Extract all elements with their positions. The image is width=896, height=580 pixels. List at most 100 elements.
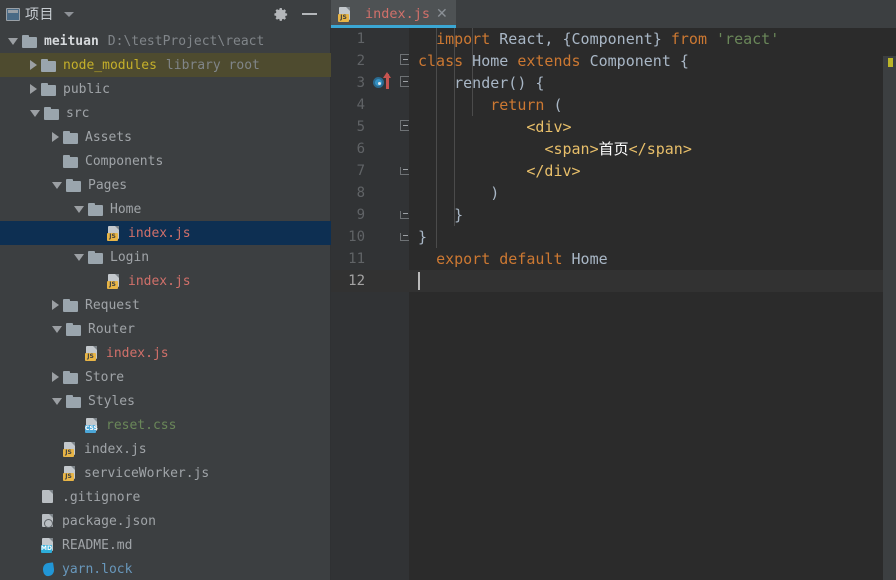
tree-row[interactable]: src xyxy=(0,101,331,125)
tree-row-label: serviceWorker.js xyxy=(84,465,210,481)
gutter-line[interactable]: 10 xyxy=(331,226,411,248)
editor-right-marker-gutter[interactable] xyxy=(883,56,896,580)
code-line[interactable] xyxy=(409,270,896,292)
gutter-line[interactable]: 6 xyxy=(331,138,409,160)
tree-row[interactable]: Request xyxy=(0,293,331,317)
js-file-icon: JS xyxy=(63,441,78,457)
code-token: ) xyxy=(418,184,500,202)
tree-row[interactable]: Store xyxy=(0,365,331,389)
gutter-marks[interactable] xyxy=(367,72,411,94)
gear-icon[interactable] xyxy=(274,7,289,22)
tree-row[interactable]: Styles xyxy=(0,389,331,413)
project-tree[interactable]: meituan D:\testProject\react node_modules l… xyxy=(0,28,331,580)
code-line[interactable]: <span>首页</span> xyxy=(418,138,896,160)
tree-row[interactable]: package.json xyxy=(0,509,331,533)
chevron-down-icon[interactable] xyxy=(64,11,74,17)
tree-row-label: Request xyxy=(85,297,140,313)
gutter-line[interactable]: 4 xyxy=(331,94,409,116)
tree-row[interactable]: JS serviceWorker.js xyxy=(0,461,331,485)
gutter-line[interactable]: 1 xyxy=(331,28,409,50)
gutter-marks[interactable] xyxy=(367,182,409,204)
code-line[interactable]: <div> xyxy=(418,116,896,138)
chevron-down-icon[interactable] xyxy=(30,109,40,117)
tree-row-label: node_modules xyxy=(63,57,157,73)
gutter-line[interactable]: 11 xyxy=(331,248,409,270)
gutter-line[interactable]: 8 xyxy=(331,182,409,204)
gutter-marks[interactable] xyxy=(367,270,409,292)
chevron-down-icon[interactable] xyxy=(52,181,62,189)
chevron-right-icon[interactable] xyxy=(52,132,59,142)
tree-row[interactable]: CSS reset.css xyxy=(0,413,331,437)
editor-tabbar: JS index.js ✕ xyxy=(331,0,896,28)
tree-row[interactable]: Home xyxy=(0,197,331,221)
gutter-line[interactable]: 12 xyxy=(331,270,409,292)
gutter-line[interactable]: 5 xyxy=(331,116,411,138)
tree-row[interactable]: JS index.js xyxy=(0,269,331,293)
code-token: React, {Component} xyxy=(490,30,671,48)
editor-gutter[interactable]: 1 2 3 4 5 6 7 8 9 10 11 12 xyxy=(331,28,411,580)
chevron-down-icon[interactable] xyxy=(74,205,84,213)
gutter-marks[interactable] xyxy=(367,94,409,116)
chevron-down-icon[interactable] xyxy=(74,253,84,261)
chevron-right-icon[interactable] xyxy=(30,84,37,94)
gutter-marks[interactable] xyxy=(367,160,411,182)
code-line[interactable]: </div> xyxy=(418,160,896,182)
gutter-line[interactable]: 9 xyxy=(331,204,411,226)
tree-row[interactable]: Pages xyxy=(0,173,331,197)
code-content[interactable]: import React, {Component} from 'react' cl… xyxy=(409,28,896,580)
folder-icon xyxy=(66,178,82,192)
run-marker-icon[interactable] xyxy=(383,72,391,89)
tree-row-label: Components xyxy=(85,153,164,169)
code-line[interactable]: class Home extends Component { xyxy=(418,50,896,72)
tree-row[interactable]: .gitignore xyxy=(0,485,331,509)
tree-row[interactable]: JS index.js xyxy=(0,437,331,461)
code-line[interactable]: render() { xyxy=(418,72,896,94)
code-line[interactable]: } xyxy=(418,204,896,226)
gutter-marks[interactable] xyxy=(367,226,411,248)
tree-row[interactable]: public xyxy=(0,77,331,101)
chevron-right-icon[interactable] xyxy=(52,372,59,382)
warning-stripe-icon[interactable] xyxy=(888,58,893,67)
code-area[interactable]: 1 2 3 4 5 6 7 8 9 10 11 12 import React, {Component… xyxy=(331,28,896,580)
code-line[interactable]: import React, {Component} from 'react' xyxy=(418,28,896,50)
gutter-marks[interactable] xyxy=(367,116,411,138)
tree-row[interactable]: Login xyxy=(0,245,331,269)
close-icon[interactable]: ✕ xyxy=(436,7,448,21)
tree-row[interactable]: MD README.md xyxy=(0,533,331,557)
tree-row[interactable]: Router xyxy=(0,317,331,341)
folder-icon xyxy=(22,34,38,48)
code-line[interactable]: return ( xyxy=(418,94,896,116)
gutter-line[interactable]: 3 xyxy=(331,72,411,94)
chevron-down-icon[interactable] xyxy=(8,37,18,45)
js-file-icon: JS xyxy=(107,225,122,241)
tree-row-sublabel: library root xyxy=(165,57,260,73)
code-line[interactable]: ) xyxy=(418,182,896,204)
gutter-line[interactable]: 2 xyxy=(331,50,411,72)
gutter-line[interactable]: 7 xyxy=(331,160,411,182)
tree-row[interactable]: Assets xyxy=(0,125,331,149)
gutter-marks[interactable] xyxy=(367,28,409,50)
chevron-right-icon[interactable] xyxy=(52,300,59,310)
code-line[interactable]: export default Home xyxy=(418,248,896,270)
gutter-marks[interactable] xyxy=(367,50,411,72)
tree-row[interactable]: JS index.js xyxy=(0,341,331,365)
code-line[interactable]: } xyxy=(418,226,896,248)
gutter-marks[interactable] xyxy=(367,138,409,160)
tree-row[interactable]: Components xyxy=(0,149,331,173)
tree-row[interactable]: node_modules library root xyxy=(0,53,331,77)
gutter-marks[interactable] xyxy=(367,204,411,226)
indent-guide xyxy=(454,28,455,226)
breakpoint-run-icon[interactable] xyxy=(373,77,384,88)
chevron-right-icon[interactable] xyxy=(30,60,37,70)
chevron-down-icon[interactable] xyxy=(52,397,62,405)
tree-row[interactable]: yarn.lock xyxy=(0,557,331,580)
tree-row[interactable]: meituan D:\testProject\react xyxy=(0,29,331,53)
code-token: import xyxy=(436,30,491,48)
editor-tab-index-js[interactable]: JS index.js ✕ xyxy=(331,0,456,28)
tree-row[interactable]: JS index.js xyxy=(0,221,331,245)
tree-row-label: yarn.lock xyxy=(62,561,133,577)
line-number: 2 xyxy=(356,53,365,69)
gutter-marks[interactable] xyxy=(367,248,409,270)
minimize-icon[interactable] xyxy=(302,13,317,15)
chevron-down-icon[interactable] xyxy=(52,325,62,333)
